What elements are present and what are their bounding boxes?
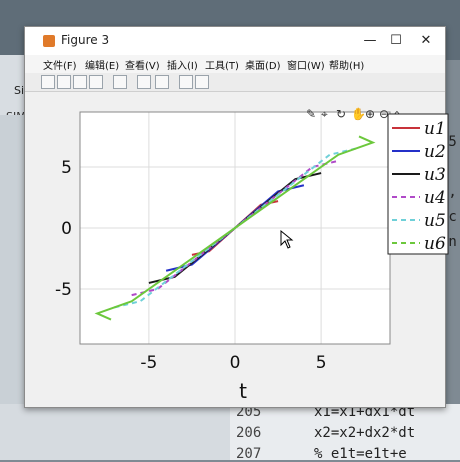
pan-icon[interactable]: ✋ <box>351 107 366 121</box>
x-tick-label: 0 <box>230 353 241 373</box>
x-tick-label: -5 <box>140 353 157 373</box>
brush-icon[interactable]: ✎ <box>306 107 316 121</box>
legend-label-u4: u4 <box>424 188 446 208</box>
data-tip-icon[interactable]: ⌖ <box>321 107 328 121</box>
y-tick-label: 5 <box>61 158 72 178</box>
rotate-icon[interactable]: ↻ <box>336 107 346 121</box>
legend-label-u6: u6 <box>424 234 446 254</box>
y-tick-label: 0 <box>61 219 72 239</box>
y-tick-label: -5 <box>55 280 72 300</box>
legend-label-u1: u1 <box>424 119 446 139</box>
legend-label-u3: u3 <box>424 165 446 185</box>
legend-label-u2: u2 <box>424 142 446 162</box>
x-axis-label: t <box>239 379 247 403</box>
plot-area[interactable]: -5 0 5 -5 0 5 t ✎ ⌖ ↻ ✋ ⊕ ⊖ ⌂ u1 u2 u3 u4 u5 u6 <box>0 0 460 460</box>
x-tick-label: 5 <box>316 353 327 373</box>
legend-label-u5: u5 <box>424 211 446 231</box>
zoom-in-icon[interactable]: ⊕ <box>365 107 375 121</box>
axes-toolbar: ✎ ⌖ ↻ ✋ ⊕ ⊖ ⌂ <box>306 107 401 121</box>
legend[interactable]: u1 u2 u3 u4 u5 u6 <box>387 113 449 255</box>
